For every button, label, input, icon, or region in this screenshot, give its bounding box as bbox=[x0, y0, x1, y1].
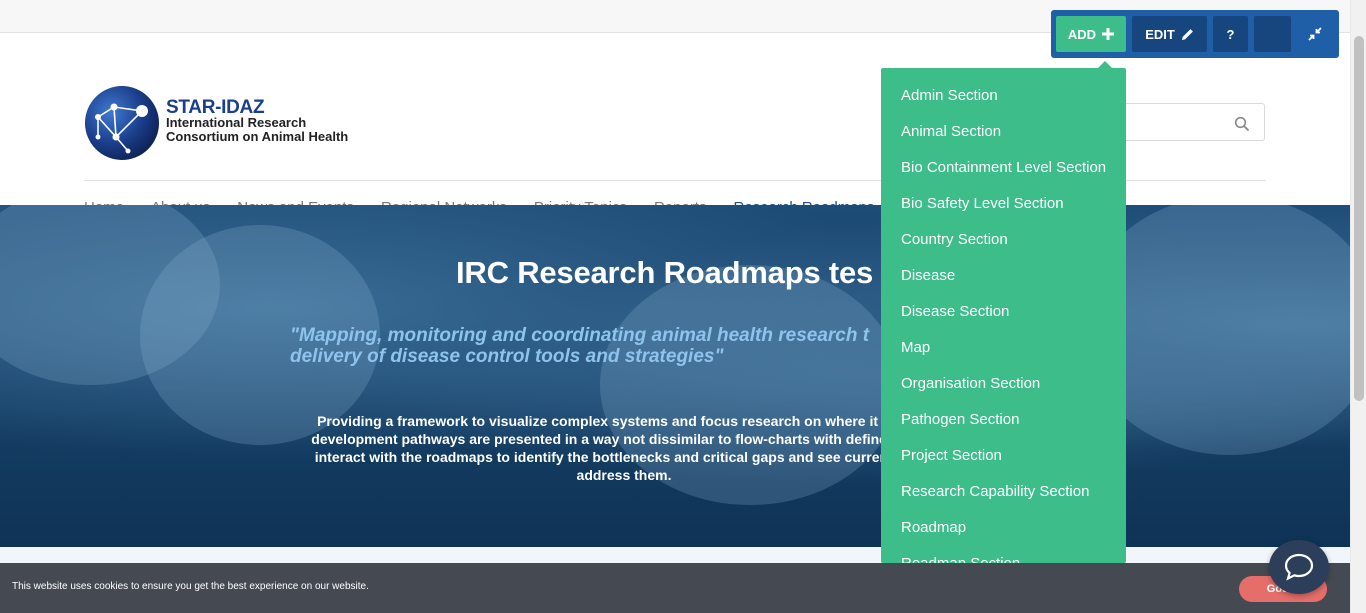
add-button-label: ADD bbox=[1067, 26, 1097, 42]
edit-button[interactable]: EDIT bbox=[1132, 16, 1207, 52]
logo-subtitle: International Research Consortium on Ani… bbox=[166, 115, 349, 144]
compress-icon bbox=[1308, 27, 1322, 41]
menu-item-map[interactable]: Map bbox=[881, 338, 1126, 374]
site-header: STAR-IDAZ International Research Consort… bbox=[0, 33, 1350, 216]
cookie-banner: This website uses cookies to ensure you … bbox=[0, 563, 1350, 613]
pencil-icon bbox=[1181, 28, 1193, 40]
site-logo[interactable]: STAR-IDAZ International Research Consort… bbox=[84, 85, 354, 163]
menu-item-disease[interactable]: Disease bbox=[881, 266, 1126, 302]
content-strip bbox=[0, 547, 1350, 563]
menu-item-animal-section[interactable]: Animal Section bbox=[881, 122, 1126, 158]
logo-mark-icon bbox=[85, 86, 159, 160]
menu-item-country-section[interactable]: Country Section bbox=[881, 230, 1126, 266]
hero-quote: "Mapping, monitoring and coordinating an… bbox=[290, 325, 870, 367]
add-button[interactable]: ADD bbox=[1056, 16, 1126, 52]
menu-item-pathogen-section[interactable]: Pathogen Section bbox=[881, 410, 1126, 446]
menu-item-bio-containment-level-section[interactable]: Bio Containment Level Section bbox=[881, 158, 1126, 194]
menu-item-roadmap-section[interactable]: Roadmap Section bbox=[881, 554, 1126, 563]
hero-banner: IRC Research Roadmaps tes "Mapping, moni… bbox=[0, 205, 1350, 547]
edit-button-label: EDIT bbox=[1145, 26, 1175, 42]
menu-item-research-capability-section[interactable]: Research Capability Section bbox=[881, 482, 1126, 518]
hero-title: IRC Research Roadmaps tes bbox=[456, 255, 874, 290]
menu-item-project-section[interactable]: Project Section bbox=[881, 446, 1126, 482]
help-button[interactable]: ? bbox=[1213, 16, 1248, 52]
menu-item-bio-safety-level-section[interactable]: Bio Safety Level Section bbox=[881, 194, 1126, 230]
dropdown-caret bbox=[1098, 61, 1112, 68]
collapse-button[interactable] bbox=[1297, 16, 1333, 52]
menu-item-disease-section[interactable]: Disease Section bbox=[881, 302, 1126, 338]
hero-description: Providing a framework to visualize compl… bbox=[311, 413, 937, 483]
admin-toolbar: ADD EDIT ? bbox=[1051, 10, 1339, 58]
chat-button[interactable] bbox=[1269, 540, 1329, 594]
menu-item-admin-section[interactable]: Admin Section bbox=[881, 86, 1126, 122]
chat-bubble-icon bbox=[1284, 553, 1314, 581]
page-scrollbar[interactable] bbox=[1350, 0, 1366, 613]
add-content-menu: Admin Section Animal Section Bio Contain… bbox=[881, 68, 1126, 563]
cookie-message: This website uses cookies to ensure you … bbox=[12, 581, 369, 592]
search-icon[interactable] bbox=[1234, 116, 1250, 132]
menu-item-organisation-section[interactable]: Organisation Section bbox=[881, 374, 1126, 410]
search-input[interactable] bbox=[1111, 112, 1221, 132]
toolbar-blank-button[interactable] bbox=[1254, 16, 1291, 52]
scrollbar-thumb[interactable] bbox=[1354, 36, 1364, 401]
menu-item-roadmap[interactable]: Roadmap bbox=[881, 518, 1126, 554]
plus-icon bbox=[1102, 28, 1115, 40]
